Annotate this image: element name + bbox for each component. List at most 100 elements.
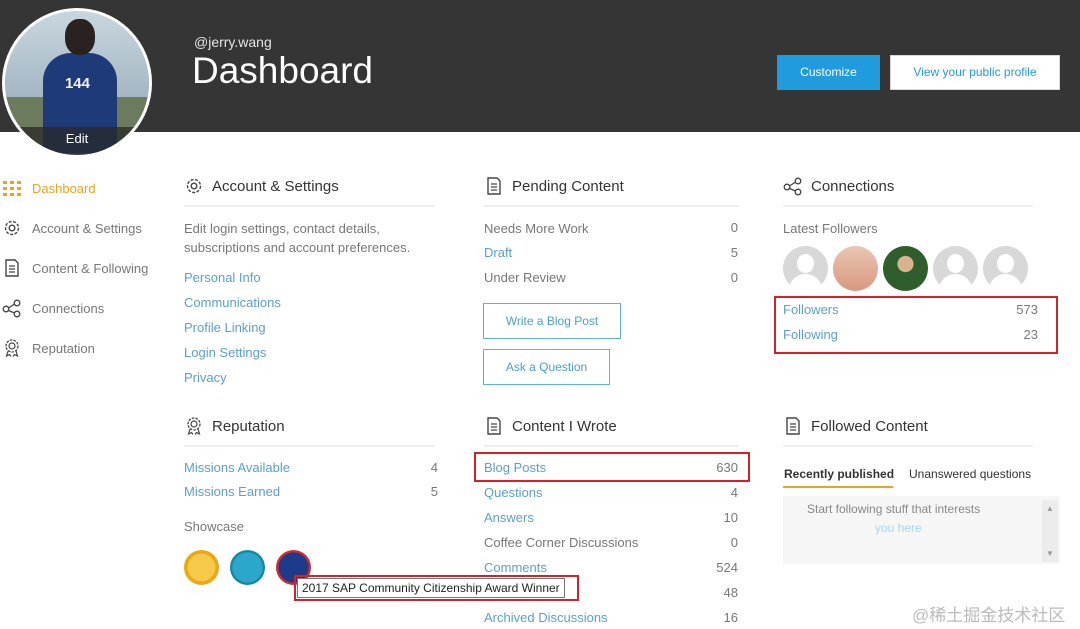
- questions-count: 4: [730, 485, 738, 500]
- sidebar-item-label: Dashboard: [32, 180, 96, 196]
- section-divider: [184, 445, 434, 447]
- showcase-label: Showcase: [184, 519, 244, 534]
- followed-content-heading: Followed Content: [783, 416, 928, 436]
- sidebar-item-dashboard[interactable]: Dashboard: [2, 177, 96, 199]
- gold-badge-icon[interactable]: [184, 550, 219, 585]
- reputation-title: Reputation: [212, 417, 285, 435]
- sidebar-item-connections[interactable]: Connections: [2, 297, 104, 319]
- account-description-line-1: Edit login settings, contact details,: [184, 221, 380, 236]
- missions-available-count: 4: [430, 460, 438, 475]
- follower-avatar[interactable]: [833, 246, 878, 291]
- profile-linking-link[interactable]: Profile Linking: [184, 320, 266, 335]
- content-wrote-title: Content I Wrote: [512, 417, 617, 435]
- sidebar-item-label: Account & Settings: [32, 220, 142, 236]
- blog-badge-icon[interactable]: [230, 550, 265, 585]
- personal-info-link[interactable]: Personal Info: [184, 270, 261, 285]
- archived-discussions-count: 16: [723, 610, 738, 625]
- avatar-edit-button[interactable]: Edit: [5, 127, 149, 155]
- sidebar-item-label: Connections: [32, 300, 105, 316]
- missions-earned-link[interactable]: Missions Earned: [184, 484, 280, 499]
- privacy-link[interactable]: Privacy: [184, 370, 227, 385]
- badge-icon: [187, 417, 201, 436]
- follower-avatar[interactable]: [883, 246, 928, 291]
- highlight-box: [474, 452, 750, 482]
- badge-tooltip: 2017 SAP Community Citizenship Award Win…: [297, 578, 565, 598]
- generic-person-icon: [797, 254, 814, 273]
- gear-icon: [4, 220, 20, 236]
- follower-avatar[interactable]: [933, 246, 978, 291]
- section-divider: [184, 205, 434, 207]
- followed-scrollbar[interactable]: ▲ ▼: [1042, 500, 1058, 562]
- under-review-count: 0: [730, 270, 738, 285]
- followed-empty-line-2: you here: [875, 521, 922, 535]
- coffee-corner-label: Coffee Corner Discussions: [484, 535, 639, 550]
- ask-question-button[interactable]: Ask a Question: [483, 349, 610, 385]
- sidebar-item-account-settings[interactable]: Account & Settings: [2, 217, 142, 239]
- missions-earned-count: 5: [430, 484, 438, 499]
- document-icon: [786, 417, 800, 435]
- sidebar-item-label: Reputation: [32, 340, 95, 356]
- needs-more-work-label: Needs More Work: [484, 221, 589, 236]
- page-title: Dashboard: [192, 50, 374, 91]
- connections-title: Connections: [811, 177, 895, 195]
- needs-more-work-count: 0: [730, 220, 738, 235]
- view-public-profile-button[interactable]: View your public profile: [890, 55, 1060, 90]
- draft-count: 5: [730, 245, 738, 260]
- customize-button[interactable]: Customize: [777, 55, 880, 90]
- grid-icon: [3, 181, 21, 196]
- scroll-down-icon[interactable]: ▼: [1046, 549, 1054, 558]
- pending-content-title: Pending Content: [512, 177, 624, 195]
- login-settings-link[interactable]: Login Settings: [184, 345, 266, 360]
- draft-link[interactable]: Draft: [484, 245, 512, 260]
- generic-person-icon: [947, 254, 964, 273]
- active-tab-indicator: [783, 486, 893, 488]
- followed-empty-line-1: Start following stuff that interests: [807, 502, 981, 516]
- user-handle: @jerry.wang: [194, 34, 272, 50]
- generic-person-icon: [997, 254, 1014, 273]
- sidebar-item-content-following[interactable]: Content & Following: [2, 257, 148, 279]
- highlight-box: [774, 296, 1058, 354]
- account-settings-heading: Account & Settings: [184, 176, 339, 196]
- scroll-up-icon[interactable]: ▲: [1046, 504, 1054, 513]
- followed-content-title: Followed Content: [811, 417, 928, 435]
- latest-followers-label: Latest Followers: [783, 221, 878, 236]
- document-icon: [487, 177, 501, 195]
- tab-unanswered-questions[interactable]: Unanswered questions: [909, 467, 1031, 481]
- questions-link[interactable]: Questions: [484, 485, 543, 500]
- answers-link[interactable]: Answers: [484, 510, 534, 525]
- sidebar-item-label: Content & Following: [32, 260, 149, 276]
- watermark: @稀土掘金技术社区: [912, 606, 1066, 625]
- connections-heading: Connections: [783, 176, 894, 196]
- share-icon: [783, 177, 802, 196]
- pending-content-heading: Pending Content: [484, 176, 624, 196]
- content-wrote-heading: Content I Wrote: [484, 416, 617, 436]
- avatar[interactable]: 144 Edit: [2, 8, 152, 158]
- section-divider: [783, 445, 1033, 447]
- account-description-line-2: subscriptions and account preferences.: [184, 240, 411, 255]
- sidebar-item-reputation[interactable]: Reputation: [2, 337, 95, 359]
- document-icon: [487, 417, 501, 435]
- avatar-head: [65, 19, 95, 55]
- badge-icon: [5, 339, 19, 358]
- tab-recently-published[interactable]: Recently published: [784, 467, 894, 481]
- archived-discussions-link[interactable]: Archived Discussions: [484, 610, 608, 625]
- account-settings-title: Account & Settings: [212, 177, 339, 195]
- section-divider: [484, 205, 739, 207]
- coffee-corner-count: 0: [730, 535, 738, 550]
- gear-icon: [186, 178, 202, 194]
- follower-avatar[interactable]: [983, 246, 1028, 291]
- comments-link[interactable]: Comments: [484, 560, 547, 575]
- avatar-jersey-number: 144: [64, 75, 90, 92]
- section-divider: [783, 205, 1033, 207]
- missions-available-link[interactable]: Missions Available: [184, 460, 290, 475]
- document-icon: [5, 259, 19, 277]
- communications-link[interactable]: Communications: [184, 295, 281, 310]
- comments-count: 524: [716, 560, 738, 575]
- hidden-row-count: 48: [723, 585, 738, 600]
- follower-avatar[interactable]: [783, 246, 828, 291]
- write-blog-post-button[interactable]: Write a Blog Post: [483, 303, 621, 339]
- followed-content-list: Start following stuff that interests you…: [783, 496, 1060, 564]
- reputation-heading: Reputation: [184, 416, 285, 436]
- section-divider: [484, 445, 739, 447]
- under-review-label: Under Review: [484, 270, 566, 285]
